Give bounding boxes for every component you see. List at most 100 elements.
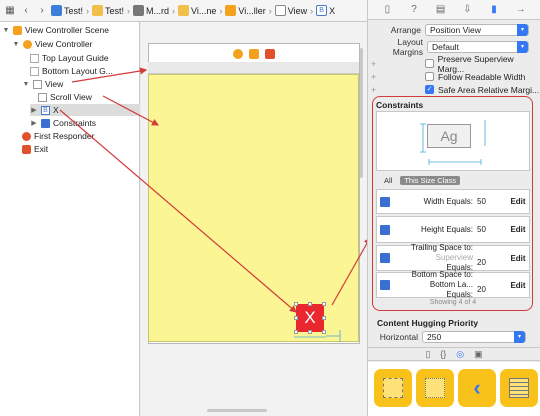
tree-row-view[interactable]: ▼ View	[22, 78, 64, 90]
edit-button[interactable]: Edit	[507, 197, 529, 206]
arrange-popup[interactable]: Position View ▾	[425, 24, 529, 36]
storyboard-reference-icon	[425, 378, 445, 398]
view-controller-icon[interactable]	[233, 48, 243, 59]
library-tabs: ▯ {} ◎ ▣	[368, 347, 540, 361]
stepper-chevron-icon[interactable]: ▾	[514, 331, 525, 343]
safe-area-margins-row: + ✓ Safe Area Relative Margi...	[371, 84, 540, 95]
scroll-view[interactable]	[148, 74, 359, 342]
disclosure-open-icon[interactable]: ▼	[12, 41, 20, 48]
back-button[interactable]: ‹	[19, 3, 33, 19]
filter-this-size-class-tab[interactable]: This Size Class	[400, 175, 461, 185]
attributes-inspector-icon[interactable]: ⇩	[461, 4, 473, 16]
edit-button[interactable]: Edit	[507, 225, 529, 234]
tree-row-bottom-layout-guide[interactable]: Bottom Layout G...	[30, 65, 113, 77]
edit-button[interactable]: Edit	[507, 281, 529, 290]
breadcrumb-button[interactable]: BX	[316, 5, 335, 16]
constraints-icon	[41, 118, 50, 128]
resize-handle[interactable]	[294, 316, 298, 320]
tree-row-x-button[interactable]: ▶ B X	[30, 104, 140, 116]
tree-row-first-responder[interactable]: First Responder	[22, 130, 94, 142]
resize-handle[interactable]	[322, 330, 326, 334]
tree-row-constraints[interactable]: ▶ Constraints	[30, 117, 96, 129]
library-item-view-controller[interactable]	[374, 369, 412, 407]
media-library-icon[interactable]: ▣	[474, 349, 483, 360]
view-controller-icon	[23, 39, 32, 49]
disclosure-open-icon[interactable]: ▼	[2, 27, 10, 34]
breadcrumb-storyboard[interactable]: M...rd ›	[133, 5, 176, 16]
horizontal-hugging-row: Horizontal 250 ▾	[367, 330, 540, 344]
tree-row-scene[interactable]: ▼ View Controller Scene	[2, 24, 109, 36]
constraint-row-height[interactable]: Height Equals: 50 Edit	[376, 216, 530, 243]
disclosure-closed-icon[interactable]: ▶	[30, 119, 38, 127]
breadcrumb-folder[interactable]: Test! ›	[92, 5, 131, 16]
resize-handle[interactable]	[294, 330, 298, 334]
disclosure-closed-icon[interactable]: ▶	[30, 106, 38, 114]
follow-readable-width-checkbox[interactable]	[425, 72, 434, 81]
object-library: ‹	[368, 362, 540, 416]
canvas-vertical-scrollbar[interactable]	[360, 48, 363, 178]
constraint-row-width[interactable]: Width Equals: 50 Edit	[376, 189, 530, 214]
tree-row-view-controller[interactable]: ▼ View Controller	[12, 38, 93, 50]
breadcrumb-view-controller[interactable]: Vi...ller ›	[225, 5, 272, 16]
exit-icon[interactable]	[265, 48, 275, 59]
constraint-row-bottom[interactable]: Bottom Space to: Bottom La... Equals: 20…	[376, 270, 530, 299]
plus-icon[interactable]: +	[371, 59, 379, 69]
document-outline: ▼ View Controller Scene ▼ View Controlle…	[0, 22, 140, 416]
jump-bar: ▦ ‹ › Test! › Test! › M...rd › Vi...ne › Vi.…	[0, 0, 367, 22]
resize-handle[interactable]	[322, 316, 326, 320]
resize-handle[interactable]	[294, 302, 298, 306]
x-button[interactable]: X	[296, 304, 324, 332]
file-template-library-icon[interactable]: ▯	[425, 349, 430, 360]
layout-margins-popup[interactable]: Default ▾	[427, 41, 529, 53]
view-controller-icon	[383, 378, 403, 398]
breadcrumb-view[interactable]: View ›	[274, 5, 314, 16]
tree-row-top-layout-guide[interactable]: Top Layout Guide	[30, 52, 109, 64]
preserve-superview-margins-checkbox[interactable]	[424, 59, 434, 68]
breadcrumb-scene[interactable]: Vi...ne ›	[178, 5, 223, 16]
status-bar-area	[148, 62, 359, 74]
library-item-storyboard-reference[interactable]	[416, 369, 454, 407]
edit-button[interactable]: Edit	[507, 254, 529, 263]
project-icon	[51, 5, 62, 16]
bottom-constraint-icon	[380, 280, 390, 290]
scene-icon	[13, 25, 22, 35]
safe-area-margins-checkbox[interactable]: ✓	[425, 85, 434, 94]
plus-icon[interactable]: +	[371, 85, 379, 95]
library-item-navigation-controller[interactable]: ‹	[458, 369, 496, 407]
horizontal-hugging-field[interactable]: 250 ▾	[422, 331, 526, 343]
object-library-icon[interactable]: ◎	[456, 349, 464, 360]
folder-icon	[92, 5, 104, 16]
scene-dock	[149, 44, 359, 64]
breadcrumb-project[interactable]: Test! ›	[51, 5, 90, 16]
popup-chevron-icon: ▾	[517, 24, 528, 36]
layout-guide-icon	[30, 53, 39, 63]
canvas-horizontal-scrollbar[interactable]	[207, 409, 267, 412]
identity-inspector-icon[interactable]: ▤	[435, 4, 447, 16]
connections-inspector-icon[interactable]: →	[515, 4, 527, 16]
tree-row-scroll-view[interactable]: Scroll View	[38, 91, 92, 103]
filter-all-tab[interactable]: All	[376, 176, 400, 185]
chevron-left-icon: ‹	[473, 375, 481, 400]
disclosure-open-icon[interactable]: ▼	[22, 81, 30, 88]
related-items-icon[interactable]: ▦	[3, 3, 17, 19]
resize-handle[interactable]	[308, 302, 312, 306]
scroll-view-icon	[38, 92, 47, 102]
resize-handle[interactable]	[322, 302, 326, 306]
trailing-constraint-icon	[380, 253, 390, 263]
code-snippet-library-icon[interactable]: {}	[440, 349, 446, 359]
preview-label: Ag	[427, 124, 471, 148]
file-inspector-icon[interactable]: ▯	[381, 4, 393, 16]
size-inspector-icon[interactable]: ▮	[488, 4, 500, 16]
library-item-table-view-controller[interactable]	[500, 369, 538, 407]
view-controller-icon	[225, 5, 237, 16]
first-responder-icon[interactable]	[249, 48, 259, 59]
plus-icon[interactable]: +	[371, 72, 379, 82]
resize-handle[interactable]	[308, 330, 312, 334]
first-responder-icon	[22, 131, 31, 141]
layout-guide-icon	[30, 66, 39, 76]
tree-row-exit[interactable]: Exit	[22, 143, 48, 155]
quick-help-icon[interactable]: ?	[408, 4, 420, 16]
view-icon	[33, 79, 42, 89]
constraint-row-trailing[interactable]: Trailing Space to: Superview Equals: 20 …	[376, 243, 530, 272]
forward-button[interactable]: ›	[35, 3, 49, 19]
